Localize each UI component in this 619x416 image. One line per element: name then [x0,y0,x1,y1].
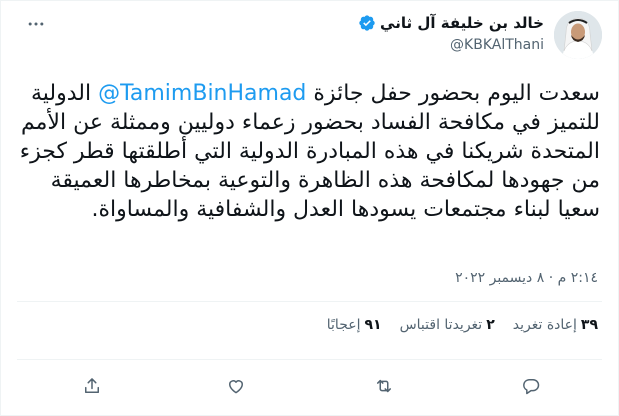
author-handle[interactable]: @KBKAlThani [450,37,544,53]
divider [17,359,602,360]
share-icon[interactable] [75,369,109,403]
quotes-count: ٢ [486,317,495,333]
divider [17,301,602,302]
tweet-text: سعدت اليوم بحضور حفل جائزة @TamimBinHama… [18,79,600,224]
retweets-stat[interactable]: ٣٩ إعادة تغريد [513,317,598,333]
tweet-card: خالد بن خليفة آل ثاني @KBKAlThani سعدت ا… [0,0,619,416]
avatar[interactable] [554,11,602,59]
quotes-label: تغريدتا اقتباس [399,317,483,333]
likes-stat[interactable]: ٩١ إعجابًا [327,317,382,333]
reply-icon[interactable] [514,369,548,403]
like-icon[interactable] [219,369,253,403]
more-icon[interactable] [23,11,49,37]
engagement-stats: ٣٩ إعادة تغريد ٢ تغريدتا اقتباس ٩١ إعجاب… [327,317,598,333]
tweet-text-before: سعدت اليوم بحضور حفل جائزة [306,81,600,106]
verified-badge-icon [358,14,376,32]
quotes-stat[interactable]: ٢ تغريدتا اقتباس [400,317,495,333]
likes-count: ٩١ [364,317,382,333]
retweets-count: ٣٩ [580,317,598,333]
author-display-name[interactable]: خالد بن خليفة آل ثاني [380,14,544,32]
likes-label: إعجابًا [326,317,361,333]
retweets-label: إعادة تغريد [512,317,577,333]
tweet-timestamp[interactable]: ٢:١٤ م · ٨ ديسمبر ٢٠٢٢ [455,270,598,286]
mention-link[interactable]: @TamimBinHamad [98,81,306,106]
action-bar [1,367,619,403]
author-name-row[interactable]: خالد بن خليفة آل ثاني [358,14,544,32]
retweet-icon[interactable] [367,369,401,403]
